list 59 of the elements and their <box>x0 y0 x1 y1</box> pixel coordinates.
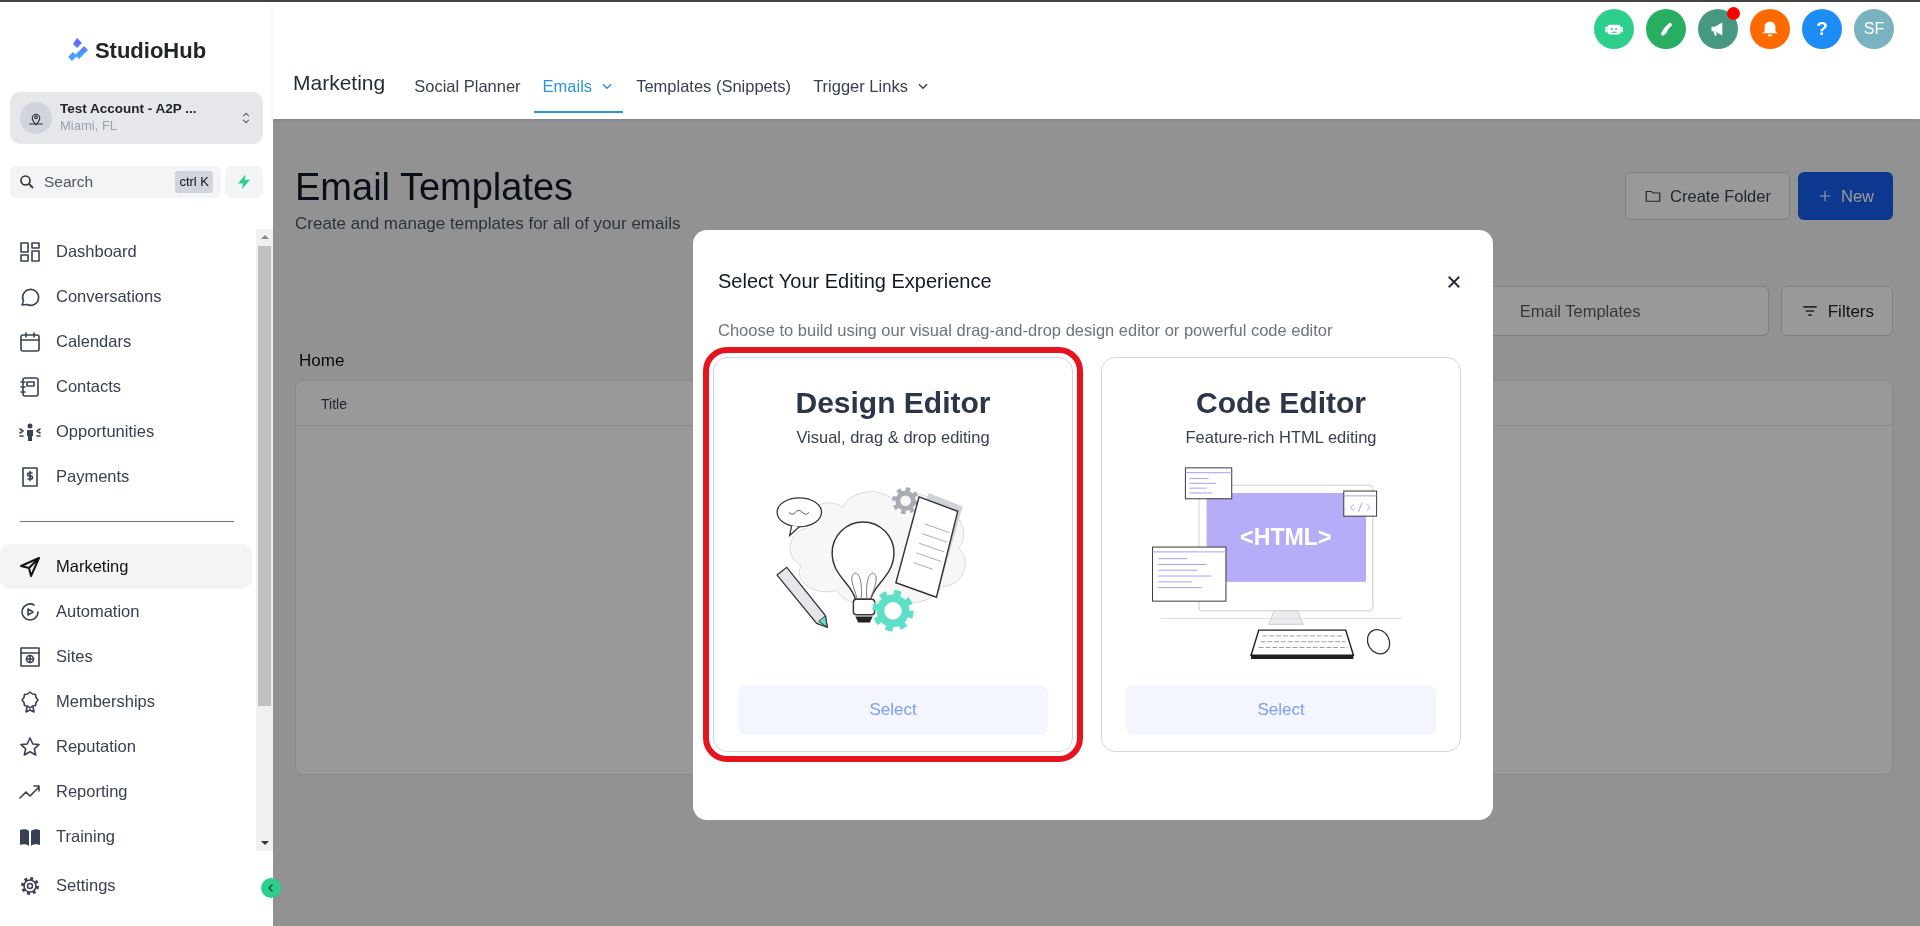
sidebar-item[interactable]: Marketing <box>0 544 252 589</box>
new-button[interactable]: New <box>1798 172 1893 220</box>
column-header: Title <box>321 394 347 414</box>
announcements-button[interactable] <box>1698 9 1738 49</box>
sidebar-item[interactable]: Conversations <box>0 274 252 319</box>
sidebar-item[interactable]: Reporting <box>0 769 252 814</box>
filters-button[interactable]: Filters <box>1780 286 1893 337</box>
create-folder-button[interactable]: Create Folder <box>1625 172 1790 220</box>
screen-text: <HTML> <box>1240 523 1332 550</box>
sidebar-item[interactable]: Sites <box>0 634 252 679</box>
option-subtitle: Feature-rich HTML editing <box>1185 426 1377 448</box>
nav-tab[interactable]: Trigger Links <box>804 73 939 113</box>
search-placeholder: Search <box>44 172 95 193</box>
notebook-icon <box>18 374 42 399</box>
scrollbar-track[interactable] <box>256 229 273 851</box>
scroll-up-arrow[interactable] <box>260 235 269 239</box>
modal-title: Select Your Editing Experience <box>718 269 992 294</box>
option-title: Design Editor <box>795 385 991 419</box>
badge-icon <box>18 689 42 714</box>
shortcut-hint: ctrl K <box>175 171 213 193</box>
robot-button[interactable] <box>1594 9 1634 49</box>
sidebar-item[interactable]: Settings <box>0 863 252 908</box>
nav-tab[interactable]: Templates (Snippets) <box>627 73 801 113</box>
option-title: Code Editor <box>1196 385 1366 419</box>
sidebar-item[interactable]: Automation <box>0 589 252 634</box>
sidebar-item[interactable]: Reputation <box>0 724 252 769</box>
code-editor-card[interactable]: Code Editor Feature-rich HTML editing <HTML> Select <box>1101 356 1461 752</box>
design-editor-card[interactable]: Design Editor Visual, drag & drop editing Select <box>713 356 1073 752</box>
collapse-sidebar-button[interactable] <box>261 878 281 898</box>
section-title: Marketing <box>293 70 386 96</box>
search-field[interactable]: Search ctrl K <box>10 166 221 198</box>
calendar-icon <box>18 329 42 354</box>
account-location: Miami, FL <box>60 118 119 135</box>
dashboard-icon <box>18 239 42 264</box>
scroll-down-arrow[interactable] <box>260 841 269 845</box>
nav-tab[interactable]: Social Planner <box>405 73 530 113</box>
page-subtitle: Create and manage templates for all of your emails <box>295 212 681 235</box>
sidebar-item[interactable]: Opportunities <box>0 409 252 454</box>
quick-action-button[interactable] <box>225 166 263 198</box>
sidebar-item[interactable]: Training <box>0 814 252 851</box>
modal-description: Choose to build using our visual drag-and-drop design editor or powerful code editor <box>718 320 1334 341</box>
plus-icon <box>1817 188 1833 204</box>
sidebar-item[interactable]: Contacts <box>0 364 252 409</box>
scrollbar-thumb[interactable] <box>258 246 271 706</box>
star-icon <box>18 734 42 759</box>
phone-button[interactable] <box>1646 9 1686 49</box>
option-subtitle: Visual, drag & drop editing <box>796 426 990 448</box>
brand-name: StudioHub <box>94 37 207 65</box>
page-title: Email Templates <box>295 167 575 209</box>
sidebar-item[interactable]: Payments <box>0 454 252 499</box>
sidebar-item[interactable]: Memberships <box>0 679 252 724</box>
search-icon <box>18 173 36 191</box>
account-switcher[interactable]: Test Account - A2P ... Miami, FL <box>10 92 263 144</box>
account-name: Test Account - A2P ... <box>60 101 198 119</box>
paper-plane-icon <box>18 554 42 579</box>
sidebar-item[interactable]: Dashboard <box>0 229 252 274</box>
website-icon <box>18 644 42 669</box>
notifications-button[interactable] <box>1750 9 1790 49</box>
sidebar-item[interactable]: Calendars <box>0 319 252 364</box>
